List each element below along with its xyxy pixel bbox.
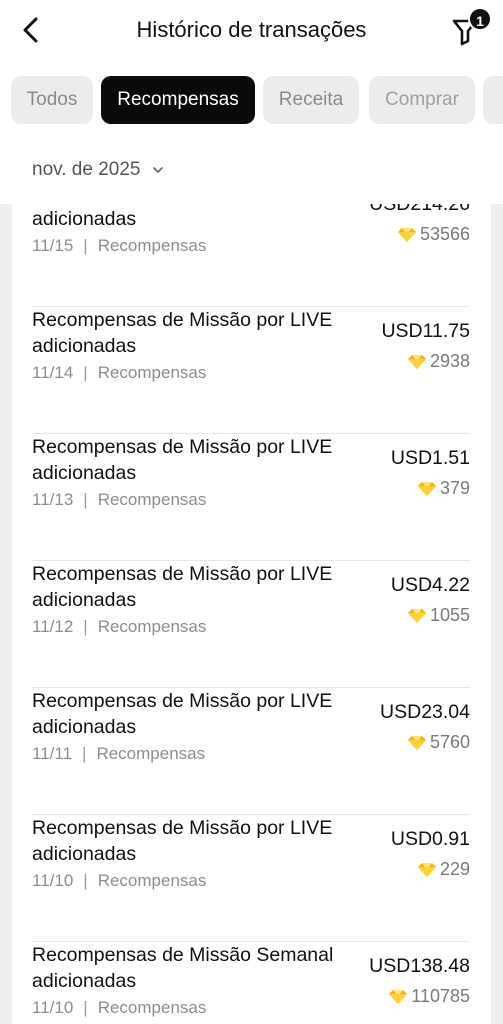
diamond-icon bbox=[407, 354, 426, 369]
transaction-date: 11/11 bbox=[32, 744, 73, 763]
transaction-meta: 11/15 | Recompensas bbox=[32, 236, 207, 255]
transaction-gems: 2938 bbox=[407, 351, 470, 372]
transaction-date: 11/12 bbox=[32, 617, 74, 636]
transaction-item[interactable]: Recompensas de Missão por LIVE adicionad… bbox=[32, 688, 470, 815]
diamond-icon bbox=[417, 862, 436, 877]
tab-recompensas[interactable]: Recompensas bbox=[101, 76, 255, 124]
chevron-down-icon[interactable] bbox=[152, 164, 164, 176]
tab-todos[interactable]: Todos bbox=[11, 76, 93, 124]
diamond-icon bbox=[417, 481, 436, 496]
transaction-usd: USD1.51 bbox=[390, 447, 470, 469]
transaction-date: 11/13 bbox=[32, 490, 74, 509]
transaction-date: 11/14 bbox=[32, 363, 74, 382]
transaction-title: Recompensas de Missão por LIVE adicionad… bbox=[32, 817, 333, 865]
transaction-gems: 5760 bbox=[407, 732, 470, 753]
transaction-title: Recompensas de Missão por LIVE adicionad… bbox=[32, 309, 333, 357]
transaction-meta: 11/11 | Recompensas bbox=[32, 744, 206, 763]
transaction-category: Recompensas bbox=[97, 998, 207, 1017]
transaction-category: Recompensas bbox=[97, 236, 207, 255]
transaction-date: 11/15 bbox=[32, 236, 74, 255]
transaction-gems: 379 bbox=[417, 478, 470, 499]
transaction-meta: 11/10 | Recompensas bbox=[32, 871, 207, 890]
diamond-icon bbox=[407, 735, 426, 750]
transaction-title: Recompensas de Missão por LIVE adicionad… bbox=[32, 690, 333, 738]
transaction-category: Recompensas bbox=[96, 744, 206, 763]
transaction-category: Recompensas bbox=[97, 871, 207, 890]
transaction-gems: 53566 bbox=[397, 224, 470, 245]
transaction-item[interactable]: Recompensas de Missão por LIVE adicionad… bbox=[32, 815, 470, 942]
diamond-icon bbox=[389, 989, 408, 1004]
transaction-usd: USD4.22 bbox=[390, 574, 470, 596]
transaction-meta: 11/13 | Recompensas bbox=[32, 490, 207, 509]
transaction-gems: 229 bbox=[417, 859, 470, 880]
page-title: Histórico de transações bbox=[136, 17, 367, 42]
transaction-title: Recompensas de Missão por LIVE adicionad… bbox=[32, 563, 333, 611]
transaction-item[interactable]: Recompensas de Missão por LIVE adicionad… bbox=[32, 434, 470, 561]
transaction-title: adicionadas bbox=[32, 208, 137, 230]
transaction-item[interactable]: Recompensas de Missão por LIVE adicionad… bbox=[32, 561, 470, 688]
tab-overflow[interactable] bbox=[483, 76, 503, 124]
transaction-date: 11/10 bbox=[32, 871, 74, 890]
transaction-meta: 11/12 | Recompensas bbox=[32, 617, 207, 636]
transaction-item[interactable]: adicionadas 11/15 | Recompensas USD214.26 … bbox=[32, 204, 470, 307]
transaction-item[interactable]: Recompensas de Missão Semanal adicionada… bbox=[32, 942, 470, 1024]
month-selector[interactable]: nov. de 2025 bbox=[0, 140, 503, 204]
category-tabs: Todos Recompensas Receita Comprar bbox=[0, 62, 503, 140]
diamond-icon bbox=[407, 608, 426, 623]
filter-count-badge: 1 bbox=[468, 7, 492, 31]
transaction-usd: USD138.48 bbox=[369, 955, 470, 977]
transaction-category: Recompensas bbox=[97, 617, 207, 636]
transaction-list: adicionadas 11/15 | Recompensas USD214.26 … bbox=[12, 204, 491, 1024]
tab-comprar[interactable]: Comprar bbox=[369, 76, 475, 124]
transaction-date: 11/10 bbox=[32, 998, 74, 1017]
transaction-usd: USD214.26 bbox=[369, 204, 470, 215]
month-label[interactable]: nov. de 2025 bbox=[32, 159, 140, 181]
top-bar: Histórico de transações 1 bbox=[0, 0, 503, 62]
transaction-meta: 11/10 | Recompensas bbox=[32, 998, 207, 1017]
transaction-category: Recompensas bbox=[97, 490, 207, 509]
transaction-category: Recompensas bbox=[97, 363, 207, 382]
transaction-usd: USD11.75 bbox=[381, 320, 470, 342]
transaction-item[interactable]: Recompensas de Missão por LIVE adicionad… bbox=[32, 307, 470, 434]
tab-receita[interactable]: Receita bbox=[263, 76, 359, 124]
diamond-icon bbox=[397, 227, 416, 242]
transaction-title: Recompensas de Missão Semanal adicionada… bbox=[32, 944, 334, 992]
transaction-gems: 1055 bbox=[407, 605, 470, 626]
transaction-usd: USD0.91 bbox=[390, 828, 470, 850]
transaction-usd: USD23.04 bbox=[380, 701, 470, 723]
transaction-title: Recompensas de Missão por LIVE adicionad… bbox=[32, 436, 333, 484]
transaction-gems: 110785 bbox=[388, 986, 470, 1007]
transaction-meta: 11/14 | Recompensas bbox=[32, 363, 207, 382]
